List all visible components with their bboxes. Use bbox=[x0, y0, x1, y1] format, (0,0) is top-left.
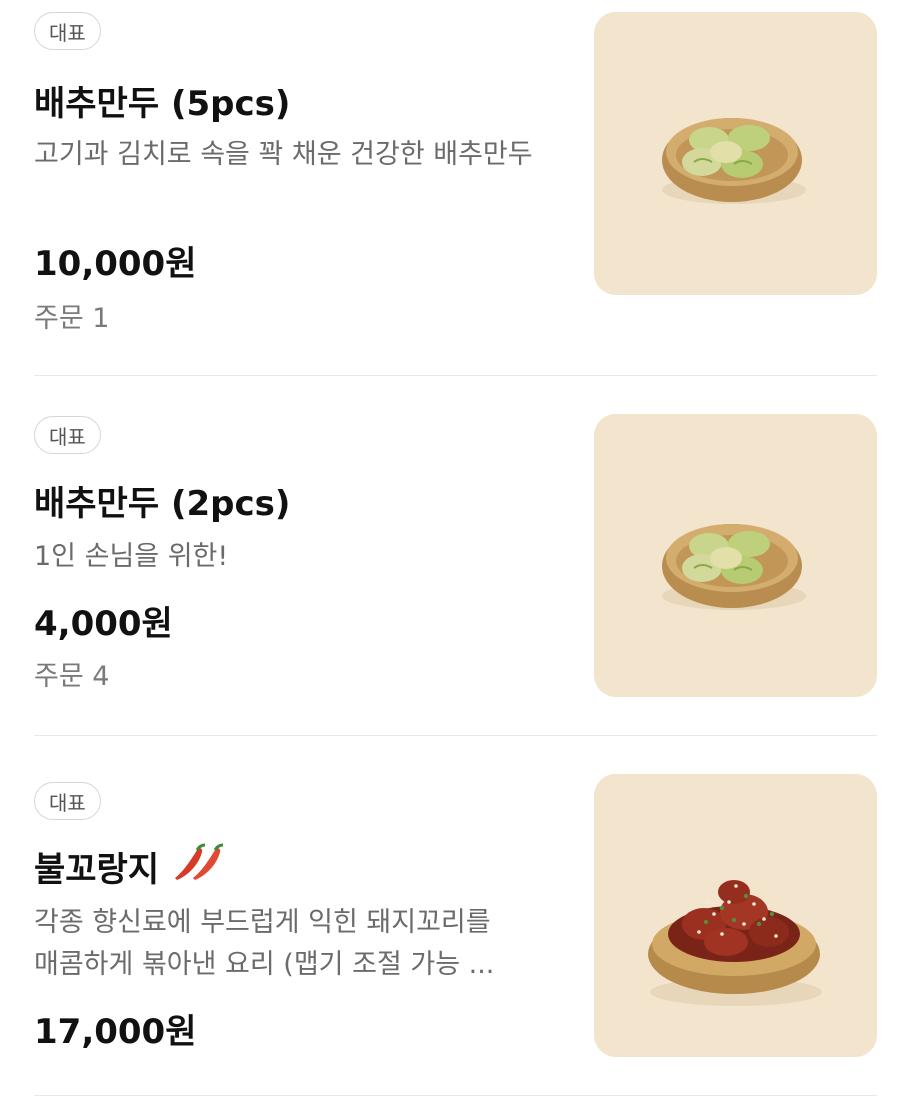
menu-item-name: 배추만두 (2pcs) bbox=[34, 484, 291, 524]
menu-item-photo[interactable] bbox=[594, 414, 877, 697]
menu-item-order-count: 주문 4 bbox=[34, 661, 110, 692]
chili-peppers-icon bbox=[169, 842, 231, 891]
menu-item-photo[interactable] bbox=[594, 12, 877, 295]
menu-item-name-text: 불꼬랑지 bbox=[34, 850, 160, 890]
menu-item-description-line: 각종 향신료에 부드럽게 익힌 돼지꼬리를 bbox=[34, 907, 491, 938]
menu-item-name: 배추만두 (5pcs) bbox=[34, 84, 291, 124]
item-divider bbox=[34, 1095, 877, 1096]
menu-item-price: 4,000원 bbox=[34, 604, 173, 644]
signature-badge: 대표 bbox=[34, 782, 101, 820]
menu-item-description-line: 매콤하게 볶아낸 요리 (맵기 조절 가능 ... bbox=[34, 949, 495, 980]
menu-item-cabbage-dumpling-2[interactable]: 대표 배추만두 (2pcs) 1인 손님을 위한! 4,000원 주문 4 bbox=[0, 376, 900, 736]
signature-badge: 대표 bbox=[34, 12, 101, 50]
menu-item-price: 17,000원 bbox=[34, 1012, 197, 1052]
menu-item-description: 고기과 김치로 속을 꽉 채운 건강한 배추만두 bbox=[34, 139, 533, 170]
menu-item-photo[interactable] bbox=[594, 774, 877, 1057]
menu-item-order-count: 주문 1 bbox=[34, 303, 110, 334]
menu-item-description: 1인 손님을 위한! bbox=[34, 541, 229, 572]
menu-item-name: 불꼬랑지 bbox=[34, 842, 231, 891]
signature-badge: 대표 bbox=[34, 416, 101, 454]
menu-item-price: 10,000원 bbox=[34, 244, 197, 284]
menu-item-cabbage-dumpling-5[interactable]: 대표 배추만두 (5pcs) 고기과 김치로 속을 꽉 채운 건강한 배추만두 … bbox=[0, 0, 900, 376]
menu-item-bulkkorangji[interactable]: 대표 불꼬랑지 각종 향신료에 부드럽게 익힌 돼지꼬리를 매콤하게 볶아낸 요… bbox=[0, 736, 900, 1096]
menu-item-description: 각종 향신료에 부드럽게 익힌 돼지꼬리를 매콤하게 볶아낸 요리 (맵기 조절… bbox=[34, 902, 554, 986]
